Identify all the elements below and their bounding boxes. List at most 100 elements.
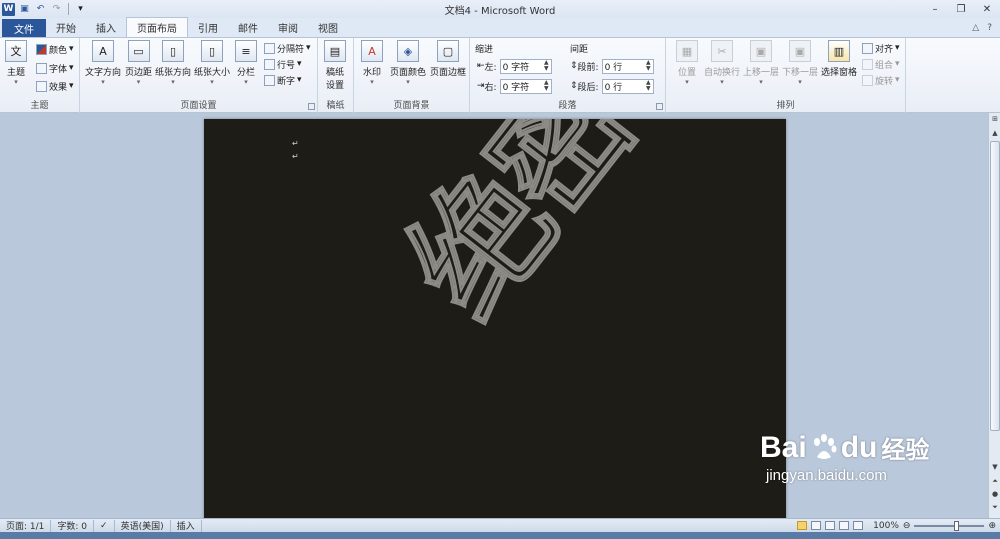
zoom-in-icon[interactable]: ⊕ [988,521,996,531]
document-page[interactable]: ↵ ↵ 绝密 [204,119,786,518]
spinner-arrows-icon[interactable]: ▲ ▼ [544,80,549,92]
zoom-out-icon[interactable]: ⊖ [903,521,911,531]
effects-label: 效果 [49,82,68,93]
colors-button[interactable]: 颜色 ▾ [36,42,74,56]
indent-left-field[interactable]: ⇤ 左: 0 字符 ▲ ▼ [477,58,552,74]
tab-insert[interactable]: 插入 [86,18,126,37]
tab-review[interactable]: 审阅 [268,18,308,37]
page-setup-launcher[interactable] [308,103,315,110]
spacing-after-value[interactable]: 0 行 [605,80,623,93]
baidu-url: jingyan.baidu.com [766,467,887,484]
orientation-button[interactable]: ▯ 纸张方向 ▾ [155,40,191,86]
zoom-slider-thumb[interactable] [954,520,960,531]
vertical-scrollbar[interactable]: ⊞ ▲ ▼ ⏶ ● ⏷ [988,113,1000,518]
restore-button[interactable]: ❐ [948,0,974,18]
chevron-down-icon: ▾ [69,81,74,91]
zoom-level[interactable]: 100% [873,521,899,531]
text-direction-button[interactable]: A 文字方向 ▾ [85,40,121,86]
previous-page-icon[interactable]: ⏶ [989,477,1000,488]
customize-icon[interactable]: ▾ [74,3,87,16]
browse-object-icon[interactable]: ● [989,490,1000,501]
scroll-up-icon[interactable]: ▲ [989,129,1000,140]
wrap-text-button[interactable]: ✂ 自动换行 ▾ [704,40,740,86]
page-count[interactable]: 页面: 1/1 [0,519,52,532]
manuscript-settings-button[interactable]: ▤ 稿纸 设置 [324,40,346,91]
group-icon [862,58,873,70]
ribbon-tab-controls: △ ? [972,18,1000,37]
baidu-brand-left: Bai [760,430,807,464]
page-color-button[interactable]: ◈ 页面颜色 ▾ [390,40,426,86]
spacing-after-icon: ⇕ [570,81,578,91]
position-button[interactable]: ▦ 位置 ▾ [676,40,698,86]
redo-icon[interactable]: ↷ [50,3,63,16]
proofing-icon[interactable]: ✓ [94,519,115,532]
baidu-brand-right: du [840,430,878,464]
margins-button[interactable]: ▭ 页边距 ▾ [125,40,152,86]
help-icon[interactable]: ? [987,23,992,33]
word-count[interactable]: 字数: 0 [51,519,95,532]
manuscript-group-label: 稿纸 [326,101,345,111]
print-layout-icon[interactable] [797,521,808,530]
send-backward-button[interactable]: ▣ 下移一层 ▾ [782,40,818,86]
breaks-label: 分隔符 [277,44,305,55]
effects-button[interactable]: 效果 ▾ [36,79,74,93]
selection-pane-button[interactable]: ▥ 选择窗格 [821,40,857,78]
paragraph-launcher[interactable] [656,103,663,110]
tab-home[interactable]: 开始 [46,18,86,37]
spinner-arrows-icon[interactable]: ▲ ▼ [646,80,651,92]
zoom-slider[interactable] [914,520,985,531]
fonts-button[interactable]: 字体 ▾ [36,61,74,75]
indent-right-value[interactable]: 0 字符 [503,80,530,93]
tab-references[interactable]: 引用 [188,18,228,37]
orientation-icon: ▯ [162,40,184,62]
group-button[interactable]: 组合 ▾ [862,57,900,71]
draft-view-icon[interactable] [853,521,864,530]
scroll-down-icon[interactable]: ▼ [989,463,1000,474]
save-icon[interactable]: ▣ [18,3,31,16]
indent-right-field[interactable]: ⇥ 右: 0 字符 ▲ ▼ [477,78,552,94]
align-button[interactable]: 对齐 ▾ [862,41,900,55]
chevron-down-icon: ▾ [798,78,802,86]
rotate-icon [862,74,873,86]
outline-view-icon[interactable] [839,521,850,530]
size-button[interactable]: ▯ 纸张大小 ▾ [194,40,230,86]
minimize-button[interactable]: – [922,0,948,18]
tab-file[interactable]: 文件 [2,19,46,37]
tab-mailings[interactable]: 邮件 [228,18,268,37]
columns-button[interactable]: ≡ 分栏 ▾ [235,40,257,86]
line-numbers-button[interactable]: 行号 ▾ [264,57,302,71]
collapse-ribbon-icon[interactable]: △ [972,23,979,33]
undo-icon[interactable]: ↶ [34,3,47,16]
language-indicator[interactable]: 英语(美国) [115,519,171,532]
chevron-down-icon: ▾ [244,78,248,86]
watermark-button[interactable]: A 水印 ▾ [361,40,383,86]
bring-forward-button[interactable]: ▣ 上移一层 ▾ [743,40,779,86]
spinner-arrows-icon[interactable]: ▲ ▼ [544,60,549,72]
watermark-icon: A [361,40,383,62]
arrange-group-label: 排列 [776,101,795,111]
themes-button[interactable]: 文 主题 ▾ [5,40,27,86]
spacing-before-value[interactable]: 0 行 [605,60,623,73]
spacing-before-field[interactable]: ⇕ 段前: 0 行 ▲ ▼ [570,58,654,74]
chevron-down-icon: ▾ [171,78,175,86]
tab-page-layout[interactable]: 页面布局 [126,17,188,37]
watermark-label: 水印 [362,68,381,78]
tab-view[interactable]: 视图 [308,18,348,37]
scrollbar-thumb[interactable] [990,141,1000,431]
spinner-arrows-icon[interactable]: ▲ ▼ [646,60,651,72]
web-layout-icon[interactable] [825,521,836,530]
rotate-button[interactable]: 旋转 ▾ [862,73,900,87]
insert-mode[interactable]: 插入 [171,519,202,532]
spacing-after-field[interactable]: ⇕ 段后: 0 行 ▲ ▼ [570,78,654,94]
word-logo-icon[interactable]: W [2,2,15,16]
chevron-down-icon: ▾ [370,78,374,86]
status-bar: 页面: 1/1 字数: 0 ✓ 英语(美国) 插入 100% ⊖ ⊕ [0,518,1000,532]
page-borders-button[interactable]: ▢ 页面边框 [430,40,466,78]
close-button[interactable]: ✕ [974,0,1000,18]
hyphenation-button[interactable]: 断字 ▾ [264,73,302,87]
breaks-button[interactable]: 分隔符 ▾ [264,41,311,55]
ruler-toggle-icon[interactable]: ⊞ [989,115,1000,126]
full-screen-reading-icon[interactable] [811,521,822,530]
indent-left-value[interactable]: 0 字符 [503,60,530,73]
next-page-icon[interactable]: ⏷ [989,503,1000,514]
